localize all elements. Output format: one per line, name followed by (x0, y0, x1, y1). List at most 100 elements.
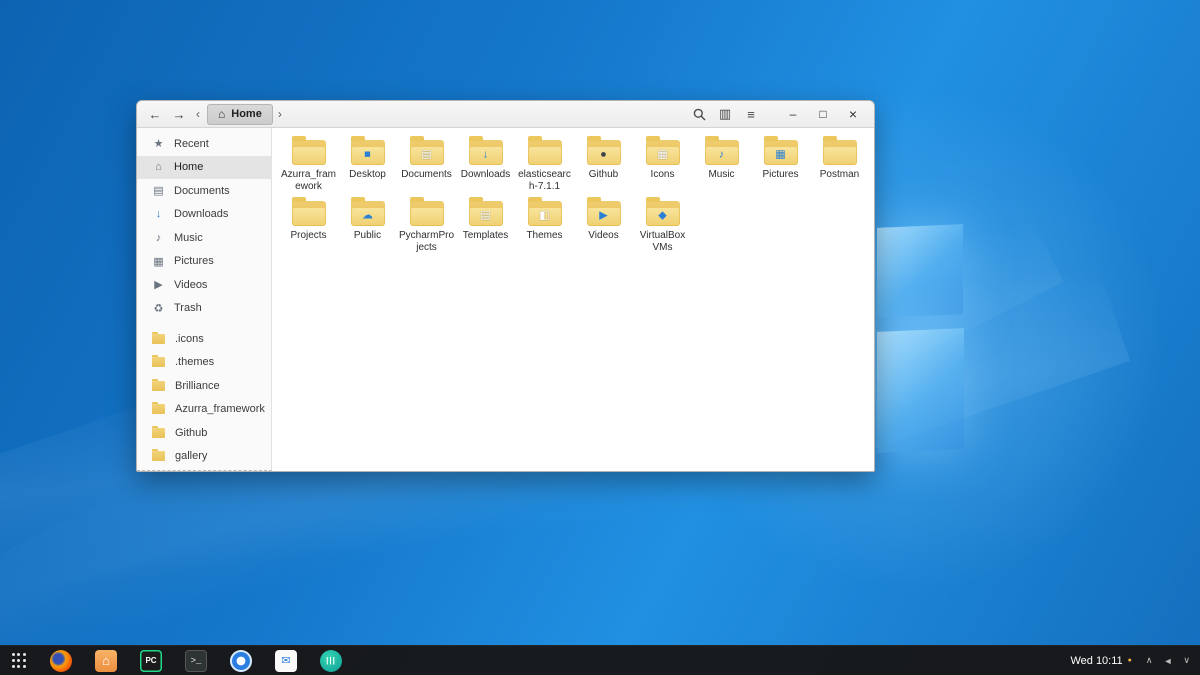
firefox-icon[interactable] (50, 650, 72, 672)
notification-indicator: ● (1128, 657, 1132, 664)
sidebar-label: Github (175, 427, 207, 439)
sidebar-item-recent[interactable]: ★ Recent (137, 132, 271, 156)
media-player-icon[interactable] (230, 650, 252, 672)
search-button[interactable] (686, 103, 712, 125)
music-icon: ♪ (151, 232, 166, 244)
folder-icon: ♪ (705, 140, 739, 165)
file-label: Desktop (349, 169, 386, 181)
folder-icon: ◆ (646, 201, 680, 226)
chevron-down-icon[interactable]: ∨ (1183, 655, 1190, 666)
recent-icon: ★ (151, 137, 166, 150)
file-label: Pictures (762, 169, 798, 181)
system-tray: ∧ ◄ ∨ (1146, 655, 1190, 666)
sidebar-item-music[interactable]: ♪ Music (137, 226, 271, 250)
forward-button[interactable]: → (167, 104, 191, 125)
terminal-icon[interactable]: >_ (185, 650, 207, 672)
file-item-azurra-framework[interactable]: Azurra_framework (279, 135, 338, 194)
taskbar-apps: ⌂ PC >_ ✉ ||| (50, 650, 342, 672)
file-label: Documents (401, 169, 452, 181)
sidebar-item-github[interactable]: Github (137, 421, 271, 445)
file-label: Music (708, 169, 734, 181)
file-item-elasticsearch[interactable]: elasticsearch-7.1.1 (515, 135, 574, 194)
chevron-up-icon[interactable]: ∧ (1146, 655, 1153, 666)
file-label: Templates (463, 230, 509, 242)
documents-icon: ▤ (151, 184, 166, 197)
file-item-github[interactable]: ● Github (574, 135, 633, 194)
folder-icon (528, 140, 562, 165)
sidebar-item-trash[interactable]: ♻ Trash (137, 297, 271, 321)
close-button[interactable]: × (838, 103, 868, 125)
file-label: Themes (526, 230, 562, 242)
breadcrumb-expand-chevron[interactable]: › (273, 107, 287, 121)
file-item-pictures[interactable]: ▦ Pictures (751, 135, 810, 194)
sidebar-label: Home (174, 161, 203, 173)
volume-icon[interactable]: ◄ (1163, 656, 1172, 666)
file-item-desktop[interactable]: ■ Desktop (338, 135, 397, 194)
view-toggle-button[interactable]: ▥ (712, 103, 738, 125)
sidebar-item-documents[interactable]: ▤ Documents (137, 179, 271, 203)
icons-emblem-icon: ▦ (657, 149, 667, 160)
templates-emblem-icon: ▤ (480, 210, 490, 221)
folder-icon: ▦ (764, 140, 798, 165)
sidebar-label: Trash (174, 302, 202, 314)
file-item-postman[interactable]: Postman (810, 135, 869, 194)
back-button[interactable]: ← (143, 104, 167, 125)
sidebar-item-home[interactable]: ⌂ Home (137, 156, 271, 180)
breadcrumb-collapse-chevron[interactable]: ‹ (191, 107, 205, 121)
folder-icon (152, 357, 165, 367)
menu-button[interactable]: ≡ (738, 103, 764, 125)
sidebar: ★ Recent ⌂ Home ▤ Documents ↓ Downloads … (137, 128, 272, 471)
download-emblem-icon: ↓ (483, 149, 489, 160)
file-manager-window: ← → ‹ ⌂ Home › ▥ ≡ – □ × ★ Recent ⌂ (136, 100, 875, 472)
breadcrumb-home-button[interactable]: ⌂ Home (207, 104, 273, 125)
sidebar-label: Brilliance (175, 380, 220, 392)
file-manager-icon[interactable]: ⌂ (95, 650, 117, 672)
sidebar-item-pictures[interactable]: ▦ Pictures (137, 250, 271, 274)
file-item-music[interactable]: ♪ Music (692, 135, 751, 194)
sidebar-label: Recent (174, 138, 209, 150)
sidebar-group-gap (137, 320, 271, 327)
home-icon: ⌂ (151, 161, 166, 173)
minimize-button[interactable]: – (778, 103, 808, 125)
maximize-button[interactable]: □ (808, 103, 838, 125)
search-icon (693, 108, 706, 121)
sidebar-label: Videos (174, 279, 207, 291)
file-item-public[interactable]: ☁ Public (338, 196, 397, 255)
folder-icon: ▤ (410, 140, 444, 165)
windows-logo-pane-bottom (877, 328, 964, 453)
window-body: ★ Recent ⌂ Home ▤ Documents ↓ Downloads … (137, 128, 874, 471)
sidebar-item-videos[interactable]: ▶ Videos (137, 273, 271, 297)
sidebar-label: gallery (175, 450, 207, 462)
sidebar-item-icons-folder[interactable]: .icons (137, 327, 271, 351)
file-label: elasticsearch-7.1.1 (516, 169, 573, 193)
file-item-icons[interactable]: ▦ Icons (633, 135, 692, 194)
folder-icon (823, 140, 857, 165)
sidebar-item-azurra-framework[interactable]: Azurra_framework (137, 398, 271, 422)
sidebar-item-brilliance[interactable]: Brilliance (137, 374, 271, 398)
file-item-templates[interactable]: ▤ Templates (456, 196, 515, 255)
sidebar-item-themes-folder[interactable]: .themes (137, 351, 271, 375)
taskbar-clock[interactable]: Wed 10:11 ● (1070, 655, 1131, 667)
file-item-videos[interactable]: ▶ Videos (574, 196, 633, 255)
file-item-pycharmprojects[interactable]: PycharmProjects (397, 196, 456, 255)
file-item-virtualbox-vms[interactable]: ◆ VirtualBox VMs (633, 196, 692, 255)
audio-recorder-icon[interactable]: ||| (320, 650, 342, 672)
taskbar: ⌂ PC >_ ✉ ||| Wed 10:11 ● ∧ ◄ ∨ (0, 645, 1200, 675)
file-label: Projects (290, 230, 326, 242)
sidebar-item-downloads[interactable]: ↓ Downloads (137, 203, 271, 227)
file-item-projects[interactable]: Projects (279, 196, 338, 255)
start-button[interactable] (0, 646, 38, 675)
mail-icon[interactable]: ✉ (275, 650, 297, 672)
videos-icon: ▶ (151, 278, 166, 291)
folder-icon: ▤ (469, 201, 503, 226)
pycharm-icon[interactable]: PC (140, 650, 162, 672)
music-emblem-icon: ♪ (719, 149, 725, 160)
file-item-documents[interactable]: ▤ Documents (397, 135, 456, 194)
sidebar-item-gallery[interactable]: gallery (137, 445, 271, 469)
file-label: Azurra_framework (280, 169, 337, 193)
file-item-downloads[interactable]: ↓ Downloads (456, 135, 515, 194)
sidebar-label: Pictures (174, 255, 214, 267)
desktop-emblem-icon: ■ (364, 149, 371, 160)
file-item-themes[interactable]: ◧ Themes (515, 196, 574, 255)
app-grid-icon (12, 653, 27, 668)
